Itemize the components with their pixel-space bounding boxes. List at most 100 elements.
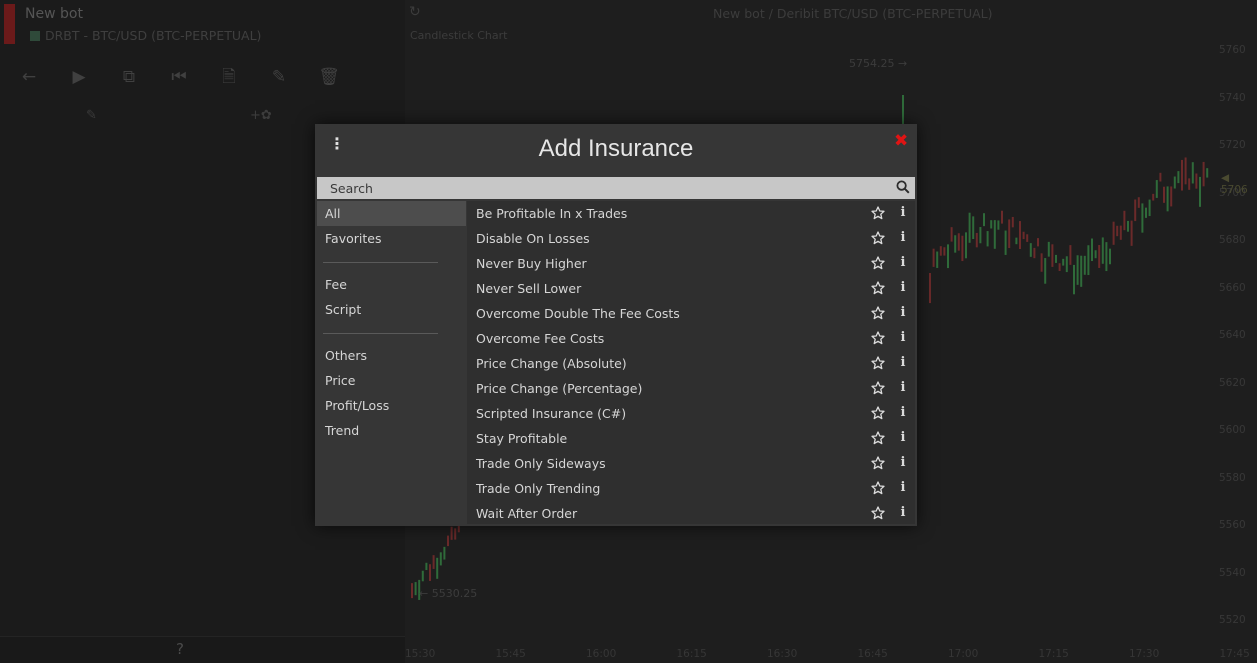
info-icon[interactable]: i [899,330,907,345]
close-icon[interactable]: ✖ [894,131,908,151]
eraser-icon[interactable]: ✎ [268,66,290,88]
y-tick-label: 5680 [1219,234,1246,246]
play-icon[interactable]: ▶ [68,66,90,88]
insurance-item-label: Overcome Fee Costs [476,331,605,346]
category-all[interactable]: All [317,201,466,226]
star-outline-icon[interactable] [871,231,885,245]
info-icon[interactable]: i [899,355,907,370]
file-icon[interactable]: 🗎 [218,66,240,88]
info-icon[interactable]: i [899,505,907,520]
insurance-list-item[interactable]: Scripted Insurance (C#) i [467,401,915,426]
trash-icon[interactable]: 🗑 [318,66,340,88]
insurance-list-item[interactable]: Disable On Losses i [467,226,915,251]
candle [1022,231,1025,240]
insurance-list-item[interactable]: Price Change (Percentage) i [467,376,915,401]
candle [1065,256,1068,273]
candle [1098,245,1101,268]
back-icon[interactable]: ← [18,66,40,88]
edit-icon[interactable]: ✎ [86,108,97,123]
bot-name[interactable]: New bot [25,6,83,22]
insurance-list: Be Profitable In x Trades i Disable On Los… [467,201,915,524]
info-icon[interactable]: i [899,205,907,220]
category-price[interactable]: Price [317,368,466,393]
star-outline-icon[interactable] [871,281,885,295]
help-icon[interactable]: ? [176,640,184,658]
info-icon[interactable]: i [899,405,907,420]
star-outline-icon[interactable] [871,406,885,420]
insurance-list-item[interactable]: Price Change (Absolute) i [467,351,915,376]
candle [1094,250,1097,259]
insurance-item-label: Scripted Insurance (C#) [476,406,627,421]
star-outline-icon[interactable] [871,331,885,345]
bot-status-indicator [4,4,15,44]
insurance-item-label: Wait After Order [476,506,578,521]
insurance-list-item[interactable]: Overcome Fee Costs i [467,326,915,351]
category-script[interactable]: Script [317,297,466,322]
y-tick-label: 5560 [1219,519,1246,531]
star-outline-icon[interactable] [871,481,885,495]
insurance-item-label: Trade Only Trending [476,481,601,496]
star-outline-icon[interactable] [871,306,885,320]
x-tick-label: 16:15 [676,648,707,660]
search-icon[interactable] [896,180,910,194]
info-icon[interactable]: i [899,305,907,320]
star-outline-icon[interactable] [871,256,885,270]
candle [1206,168,1209,178]
insurance-list-item[interactable]: Trade Only Sideways i [467,451,915,476]
insurance-list-item[interactable]: Be Profitable In x Trades i [467,201,915,226]
candle [943,247,946,256]
insurance-list-item[interactable]: Stay Profitable i [467,426,915,451]
refresh-icon[interactable]: ↻ [409,4,421,20]
candle [1044,258,1047,284]
bot-pair: DRBT - BTC/USD (BTC-PERPETUAL) [30,28,261,43]
star-outline-icon[interactable] [871,356,885,370]
insurance-list-item[interactable]: Overcome Double The Fee Costs i [467,301,915,326]
candle [1087,245,1090,276]
search-input[interactable] [317,177,887,199]
insurance-list-item[interactable]: Never Buy Higher i [467,251,915,276]
star-outline-icon[interactable] [871,381,885,395]
clone-icon[interactable]: ⧉ [118,66,140,88]
star-outline-icon[interactable] [871,431,885,445]
candle [979,227,982,244]
info-icon[interactable]: i [899,480,907,495]
category-fee[interactable]: Fee [317,272,466,297]
info-icon[interactable]: i [899,430,907,445]
candle [1109,248,1111,265]
candle [1148,199,1151,217]
insurance-list-item[interactable]: Wait After Order i [467,501,915,526]
rewind-icon[interactable]: ⏮ [168,66,190,88]
category-trend[interactable]: Trend [317,418,466,443]
candle [1123,210,1126,231]
x-tick-label: 15:45 [495,648,526,660]
candle [454,528,457,540]
x-tick-label: 17:30 [1129,648,1160,660]
candle [957,233,960,251]
category-others[interactable]: Others [317,343,466,368]
candle [965,232,967,259]
star-outline-icon[interactable] [871,206,885,220]
star-outline-icon[interactable] [871,506,885,520]
add-leaf-icon[interactable]: +✿ [250,108,272,123]
category-list: All Favorites Fee Script Others Price Pr… [317,201,466,524]
info-icon[interactable]: i [899,230,907,245]
info-icon[interactable]: i [899,380,907,395]
info-icon[interactable]: i [899,255,907,270]
candle [1040,253,1043,272]
candle [1080,255,1083,287]
candle [1134,199,1137,222]
category-profit-loss[interactable]: Profit/Loss [317,393,466,418]
info-icon[interactable]: i [899,455,907,470]
candle [983,213,985,227]
star-outline-icon[interactable] [871,456,885,470]
candle [1127,220,1129,232]
insurance-list-item[interactable]: Trade Only Trending i [467,476,915,501]
insurance-list-item[interactable]: Never Sell Lower i [467,276,915,301]
candle [436,557,439,579]
candle [947,244,949,269]
candle [421,570,424,582]
insurance-item-label: Be Profitable In x Trades [476,206,628,221]
category-favorites[interactable]: Favorites [317,226,466,251]
info-icon[interactable]: i [899,280,907,295]
last-price-value: 5706 [1221,184,1248,196]
